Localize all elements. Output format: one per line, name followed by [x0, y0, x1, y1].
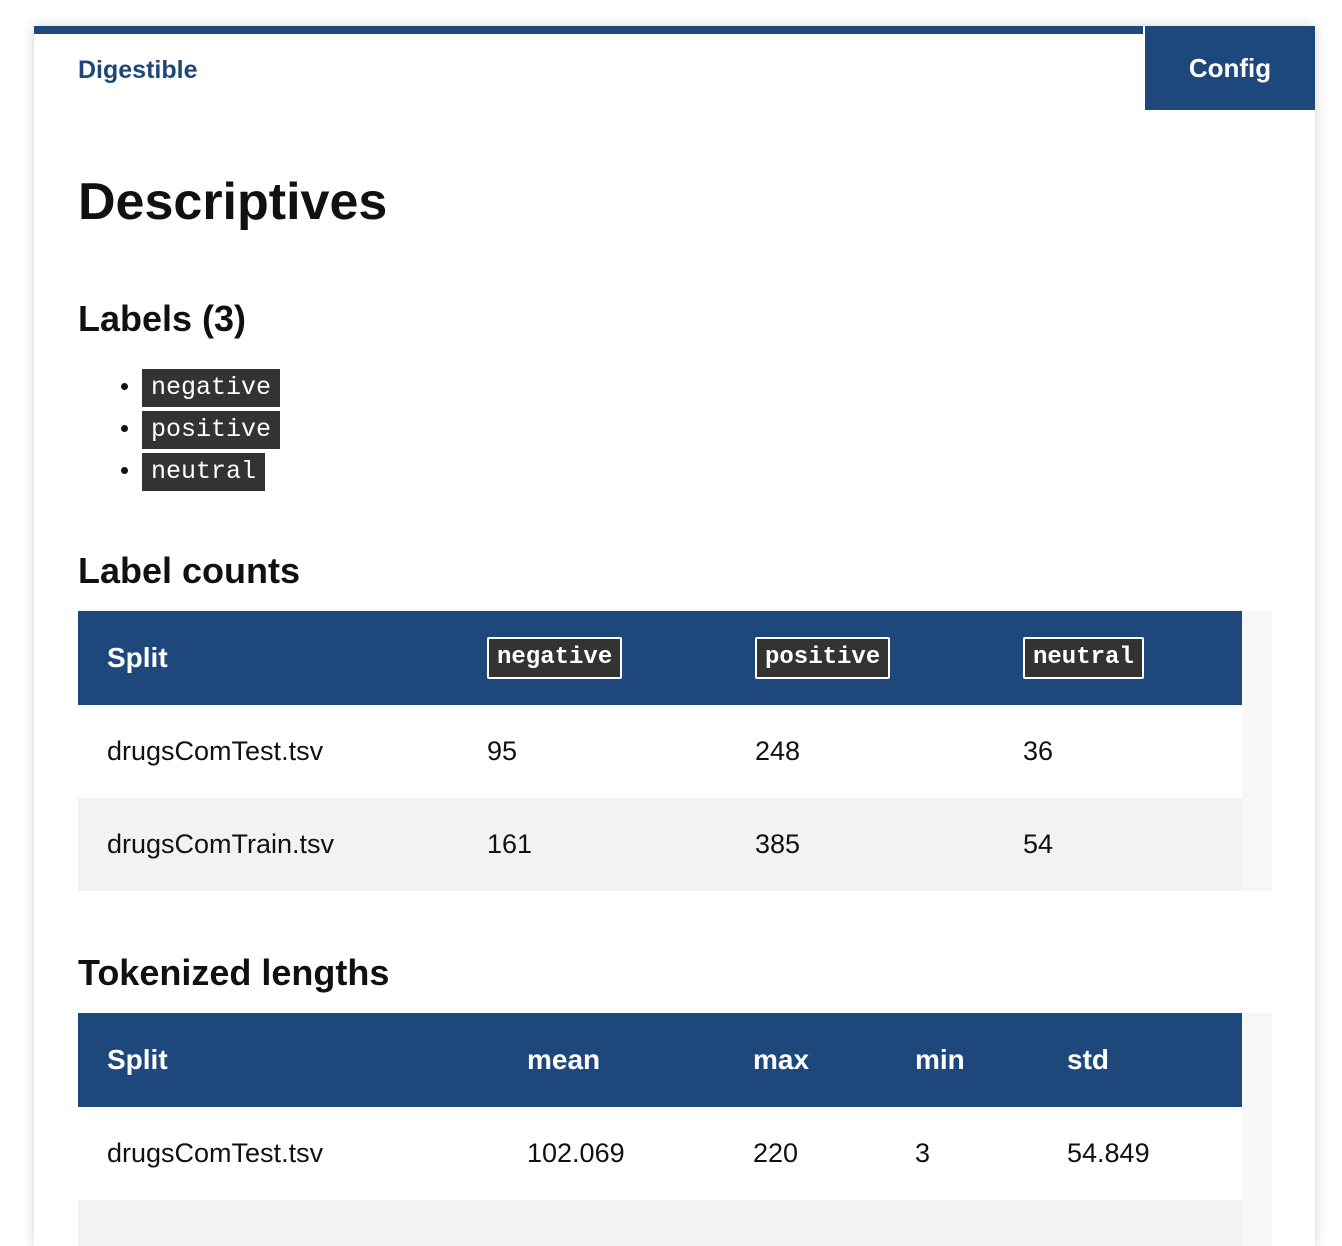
cell-empty: [886, 1200, 1038, 1246]
cell-positive: 248: [755, 736, 801, 766]
list-item: negative: [142, 366, 281, 408]
cell-neutral: 36: [1023, 736, 1054, 766]
tokenized-lengths-heading: Tokenized lengths: [78, 952, 390, 993]
cell-empty: [724, 1200, 886, 1246]
table-header-row: Split mean max min std: [78, 1013, 1242, 1107]
brand-link[interactable]: Digestible: [78, 56, 197, 85]
cell-neutral: 54: [1023, 829, 1054, 859]
label-tag: negative: [142, 368, 281, 407]
column-header-min: min: [915, 1044, 965, 1075]
cell-min: 3: [915, 1138, 931, 1168]
cell-empty: [1038, 1200, 1242, 1246]
cell-positive: 385: [755, 829, 801, 859]
table-row: drugsComTest.tsv 95 248 36: [78, 705, 1242, 798]
cell-max: 220: [753, 1138, 799, 1168]
column-tag: negative: [487, 637, 623, 679]
cell-mean: 102.069: [527, 1138, 625, 1168]
column-header-split: Split: [107, 1044, 168, 1075]
cell-split: drugsComTest.tsv: [107, 1138, 324, 1168]
column-header-mean: mean: [527, 1044, 601, 1075]
label-counts-table: Split negative positive neutral drugsCom…: [78, 611, 1242, 891]
cell-split: drugsComTrain.tsv: [107, 829, 335, 859]
column-header-std: std: [1067, 1044, 1109, 1075]
cell-std: 54.849: [1067, 1138, 1150, 1168]
cell-negative: 95: [487, 736, 518, 766]
column-header-negative: negative: [458, 611, 726, 705]
labels-heading: Labels (3): [78, 298, 247, 339]
top-accent-bar: [34, 26, 1315, 34]
column-tag: neutral: [1023, 637, 1144, 679]
table-row: drugsComTest.tsv 102.069 220 3 54.849: [78, 1107, 1242, 1200]
tokenized-lengths-table-wrapper: Split mean max min std drugsComTest.tsv …: [78, 1013, 1272, 1246]
column-header-split: Split: [107, 642, 168, 673]
cell-empty: [78, 1200, 498, 1246]
column-tag: positive: [755, 637, 891, 679]
label-counts-heading: Label counts: [78, 550, 301, 591]
list-item: positive: [142, 408, 281, 450]
list-item: neutral: [142, 450, 280, 492]
column-header-max: max: [753, 1044, 810, 1075]
label-list: negative positive neutral: [78, 366, 281, 492]
label-counts-table-wrapper: Split negative positive neutral drugsCom…: [78, 611, 1272, 891]
cell-empty: [498, 1200, 724, 1246]
label-tag: positive: [142, 410, 281, 449]
table-row: drugsComTrain.tsv 161 385 54: [78, 798, 1242, 891]
column-header-neutral: neutral: [994, 611, 1242, 705]
table-header-row: Split negative positive neutral: [78, 611, 1242, 705]
tokenized-lengths-table: Split mean max min std drugsComTest.tsv …: [78, 1013, 1242, 1246]
cell-negative: 161: [487, 829, 533, 859]
cell-split: drugsComTest.tsv: [107, 736, 324, 766]
table-row: [78, 1200, 1242, 1246]
column-header-positive: positive: [726, 611, 994, 705]
page-container: Digestible Config Descriptives Labels (3…: [34, 26, 1315, 1246]
config-button[interactable]: Config: [1143, 26, 1315, 110]
page-title: Descriptives: [78, 173, 388, 231]
label-tag: neutral: [142, 452, 266, 491]
